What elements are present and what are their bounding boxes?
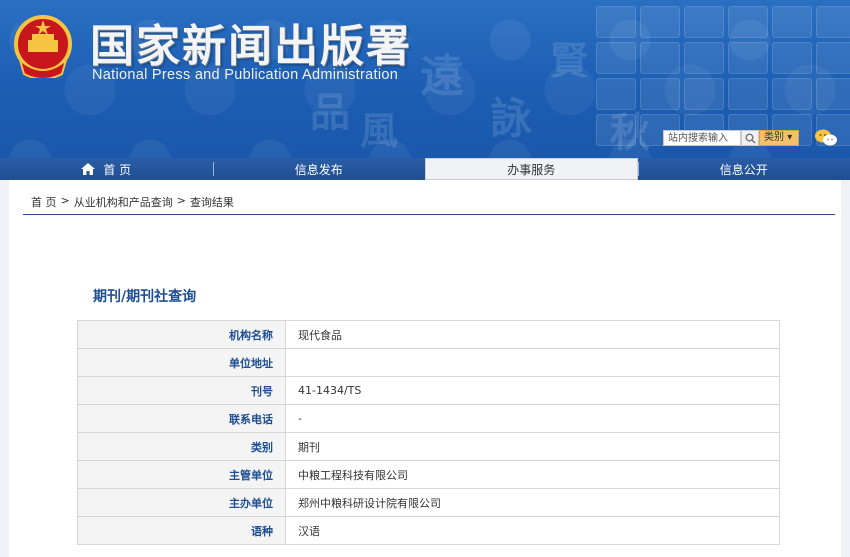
- breadcrumb-separator: >: [176, 194, 186, 207]
- row-value: 期刊: [285, 432, 780, 461]
- breadcrumb-org-query[interactable]: 从业机构和产品查询: [74, 194, 173, 210]
- breadcrumb-current: 查询结果: [189, 196, 234, 209]
- breadcrumb-home[interactable]: 首 页: [31, 194, 57, 210]
- nav-info-disclosure[interactable]: 信息公开: [637, 158, 850, 180]
- wechat-icon[interactable]: [814, 128, 838, 148]
- breadcrumb-separator: >: [60, 194, 70, 207]
- row-key: 主管单位: [77, 460, 286, 489]
- search-icon: [745, 133, 756, 144]
- main-nav: 首 页 信息发布 办事服务 信息公开: [0, 158, 850, 180]
- row-value: 郑州中粮科研设计院有限公司: [285, 488, 780, 517]
- breadcrumb-divider: [23, 214, 835, 215]
- national-emblem-logo: [14, 15, 72, 78]
- nav-home-label: 首 页: [103, 162, 132, 177]
- row-value: 中粮工程科技有限公司: [285, 460, 780, 489]
- row-value: 汉语: [285, 516, 780, 545]
- nav-services[interactable]: 办事服务: [425, 158, 638, 180]
- site-header: 品 風 遠 詠 賢 秋 国家新闻出版署 National Press and P…: [0, 0, 850, 158]
- table-row: 联系电话 -: [77, 404, 780, 433]
- table-row: 刊号 41-1434/TS: [77, 376, 780, 405]
- table-row: 机构名称 现代食品: [77, 320, 780, 349]
- row-value: -: [285, 404, 780, 433]
- row-key: 单位地址: [77, 348, 286, 377]
- nav-info-disclosure-label: 信息公开: [719, 162, 768, 177]
- category-dropdown[interactable]: 类别 ▾: [759, 130, 799, 146]
- result-table: 机构名称 现代食品 单位地址 刊号 41-1434/TS 联系电话 - 类别 期…: [77, 320, 780, 545]
- search-button[interactable]: [741, 130, 759, 146]
- page-title: 期刊/期刊社查询: [93, 289, 197, 305]
- row-value: 41-1434/TS: [285, 376, 780, 405]
- table-row: 语种 汉语: [77, 516, 780, 545]
- chevron-down-icon: ▾: [787, 132, 793, 143]
- row-key: 语种: [77, 516, 286, 545]
- nav-info-release[interactable]: 信息发布: [212, 158, 426, 180]
- table-row: 主办单位 郑州中粮科研设计院有限公司: [77, 488, 780, 517]
- row-key: 机构名称: [77, 320, 286, 349]
- row-key: 刊号: [77, 376, 286, 405]
- site-title: 国家新闻出版署: [90, 21, 412, 72]
- nav-info-release-label: 信息发布: [294, 162, 343, 177]
- breadcrumb: 首 页 > 从业机构和产品查询 > 查询结果: [31, 194, 234, 210]
- nav-services-label: 办事服务: [507, 162, 556, 177]
- search-input[interactable]: 站内搜索输入: [663, 130, 741, 146]
- row-value: [285, 348, 780, 377]
- site-subtitle: National Press and Publication Administr…: [92, 67, 399, 83]
- home-icon: [81, 163, 96, 175]
- row-key: 类别: [77, 432, 286, 461]
- row-value: 现代食品: [285, 320, 780, 349]
- table-row: 主管单位 中粮工程科技有限公司: [77, 460, 780, 489]
- nav-home[interactable]: 首 页: [0, 158, 213, 180]
- row-key: 联系电话: [77, 404, 286, 433]
- category-label: 类别: [764, 132, 784, 143]
- main-content: 首 页 > 从业机构和产品查询 > 查询结果 期刊/期刊社查询 机构名称 现代食…: [9, 180, 841, 557]
- table-row: 单位地址: [77, 348, 780, 377]
- table-row: 类别 期刊: [77, 432, 780, 461]
- row-key: 主办单位: [77, 488, 286, 517]
